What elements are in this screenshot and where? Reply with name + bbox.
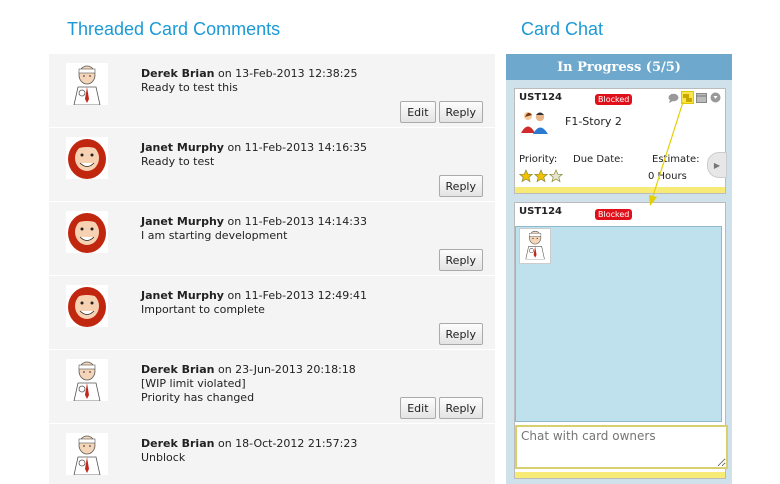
card-color-strip bbox=[515, 187, 725, 193]
comment-actions: Reply bbox=[438, 323, 483, 345]
card-chat-panel: In Progress (5/5) UST124 Blocked F1-Stor… bbox=[506, 54, 732, 484]
comment-icon[interactable] bbox=[668, 92, 679, 103]
comment-header: Derek Brian on 18-Oct-2012 21:57:23 bbox=[141, 437, 357, 451]
comment-author: Janet Murphy bbox=[141, 215, 224, 228]
blocked-badge: Blocked bbox=[595, 94, 633, 105]
comment-header: Derek Brian on 13-Feb-2013 12:38:25 bbox=[141, 67, 357, 81]
comment-actions: Edit Reply bbox=[400, 397, 483, 419]
comment-author: Derek Brian bbox=[141, 363, 215, 376]
star-empty-icon[interactable] bbox=[548, 168, 564, 187]
star-filled-icon[interactable] bbox=[518, 168, 534, 187]
comment-timestamp: on 11-Feb-2013 14:14:33 bbox=[227, 215, 367, 228]
comment-item: Janet Murphy on 11-Feb-2013 12:49:41 Impo… bbox=[49, 276, 495, 350]
avatar bbox=[66, 211, 108, 253]
lane-header: In Progress (5/5) bbox=[506, 54, 732, 80]
download-icon[interactable] bbox=[710, 92, 721, 103]
comment-item: Derek Brian on 23-Jun-2013 20:18:18 [WIP … bbox=[49, 350, 495, 424]
card-toolbar bbox=[668, 91, 721, 104]
comment-actions: Reply bbox=[438, 249, 483, 271]
comments-heading: Threaded Card Comments bbox=[67, 19, 281, 39]
comment-text: Janet Murphy on 11-Feb-2013 14:14:33 I am… bbox=[141, 215, 367, 243]
comment-author: Derek Brian bbox=[141, 67, 215, 80]
edit-button[interactable]: Edit bbox=[400, 397, 436, 419]
chat-icon[interactable] bbox=[681, 91, 694, 104]
comment-timestamp: on 11-Feb-2013 12:49:41 bbox=[227, 289, 367, 302]
chevron-right-icon: ▶ bbox=[713, 160, 721, 170]
comment-body-line: Ready to test bbox=[141, 155, 215, 168]
reply-button[interactable]: Reply bbox=[438, 397, 483, 419]
comment-text: Derek Brian on 13-Feb-2013 12:38:25 Ready… bbox=[141, 67, 357, 95]
avatar bbox=[66, 285, 108, 327]
comment-actions: Edit Reply bbox=[400, 101, 483, 123]
comment-header: Janet Murphy on 11-Feb-2013 12:49:41 bbox=[141, 289, 367, 303]
comment-text: Derek Brian on 23-Jun-2013 20:18:18 [WIP … bbox=[141, 363, 356, 405]
comment-item: Janet Murphy on 11-Feb-2013 14:14:33 I am… bbox=[49, 202, 495, 276]
priority-stars[interactable] bbox=[518, 168, 564, 187]
comment-timestamp: on 13-Feb-2013 12:38:25 bbox=[217, 67, 358, 80]
avatar bbox=[66, 433, 108, 475]
comment-text: Derek Brian on 18-Oct-2012 21:57:23 Unblo… bbox=[141, 437, 357, 465]
chat-card-id: UST124 bbox=[519, 206, 563, 217]
estimate-label: Estimate: bbox=[652, 154, 700, 165]
estimate-value: 0 Hours bbox=[648, 171, 687, 182]
comment-header: Derek Brian on 23-Jun-2013 20:18:18 bbox=[141, 363, 356, 377]
comment-item: Derek Brian on 18-Oct-2012 21:57:23 Unblo… bbox=[49, 424, 495, 484]
avatar bbox=[66, 137, 108, 179]
comment-text: Janet Murphy on 11-Feb-2013 12:49:41 Impo… bbox=[141, 289, 367, 317]
card-owners-icon bbox=[519, 109, 553, 139]
comment-author: Janet Murphy bbox=[141, 141, 224, 154]
avatar bbox=[66, 359, 108, 401]
comment-body-line: Ready to test this bbox=[141, 81, 238, 94]
avatar-image bbox=[520, 229, 550, 262]
card-title: F1-Story 2 bbox=[565, 115, 622, 128]
comment-body-line: Priority has changed bbox=[141, 391, 255, 404]
card-id: UST124 bbox=[519, 92, 563, 103]
chat-blocked-badge: Blocked bbox=[595, 209, 633, 220]
calendar-icon[interactable] bbox=[696, 92, 707, 103]
comment-timestamp: on 23-Jun-2013 20:18:18 bbox=[217, 363, 356, 376]
comment-timestamp: on 18-Oct-2012 21:57:23 bbox=[217, 437, 358, 450]
chat-input[interactable] bbox=[515, 425, 728, 469]
comment-author: Derek Brian bbox=[141, 437, 215, 450]
comment-actions: Reply bbox=[438, 175, 483, 197]
comment-body-line: Important to complete bbox=[141, 303, 265, 316]
reply-button[interactable]: Reply bbox=[438, 101, 483, 123]
chat-user-avatar bbox=[519, 228, 551, 264]
edit-button[interactable]: Edit bbox=[400, 101, 436, 123]
avatar bbox=[66, 63, 108, 105]
reply-button[interactable]: Reply bbox=[438, 249, 483, 271]
star-filled-icon[interactable] bbox=[533, 168, 549, 187]
card-chat-heading: Card Chat bbox=[521, 19, 604, 39]
kanban-card[interactable]: UST124 Blocked F1-Story 2 Priority: Due … bbox=[514, 88, 727, 194]
comment-body-line: [WIP limit violated] bbox=[141, 377, 246, 390]
comments-panel: Derek Brian on 13-Feb-2013 12:38:25 Ready… bbox=[49, 54, 495, 484]
reply-button[interactable]: Reply bbox=[438, 323, 483, 345]
due-date-label: Due Date: bbox=[573, 154, 624, 165]
comment-item: Janet Murphy on 11-Feb-2013 14:16:35 Read… bbox=[49, 128, 495, 202]
comment-item: Derek Brian on 13-Feb-2013 12:38:25 Ready… bbox=[49, 54, 495, 128]
comment-timestamp: on 11-Feb-2013 14:16:35 bbox=[227, 141, 367, 154]
card-expand-arrow[interactable]: ▶ bbox=[707, 152, 727, 178]
chat-card-strip bbox=[515, 472, 725, 478]
comment-author: Janet Murphy bbox=[141, 289, 224, 302]
priority-label: Priority: bbox=[519, 154, 558, 165]
comment-body-line: Unblock bbox=[141, 451, 186, 464]
comment-body-line: I am starting development bbox=[141, 229, 288, 242]
comment-header: Janet Murphy on 11-Feb-2013 14:16:35 bbox=[141, 141, 367, 155]
reply-button[interactable]: Reply bbox=[438, 175, 483, 197]
comment-header: Janet Murphy on 11-Feb-2013 14:14:33 bbox=[141, 215, 367, 229]
chat-card: UST124 Blocked bbox=[514, 202, 728, 479]
comment-text: Janet Murphy on 11-Feb-2013 14:16:35 Read… bbox=[141, 141, 367, 169]
